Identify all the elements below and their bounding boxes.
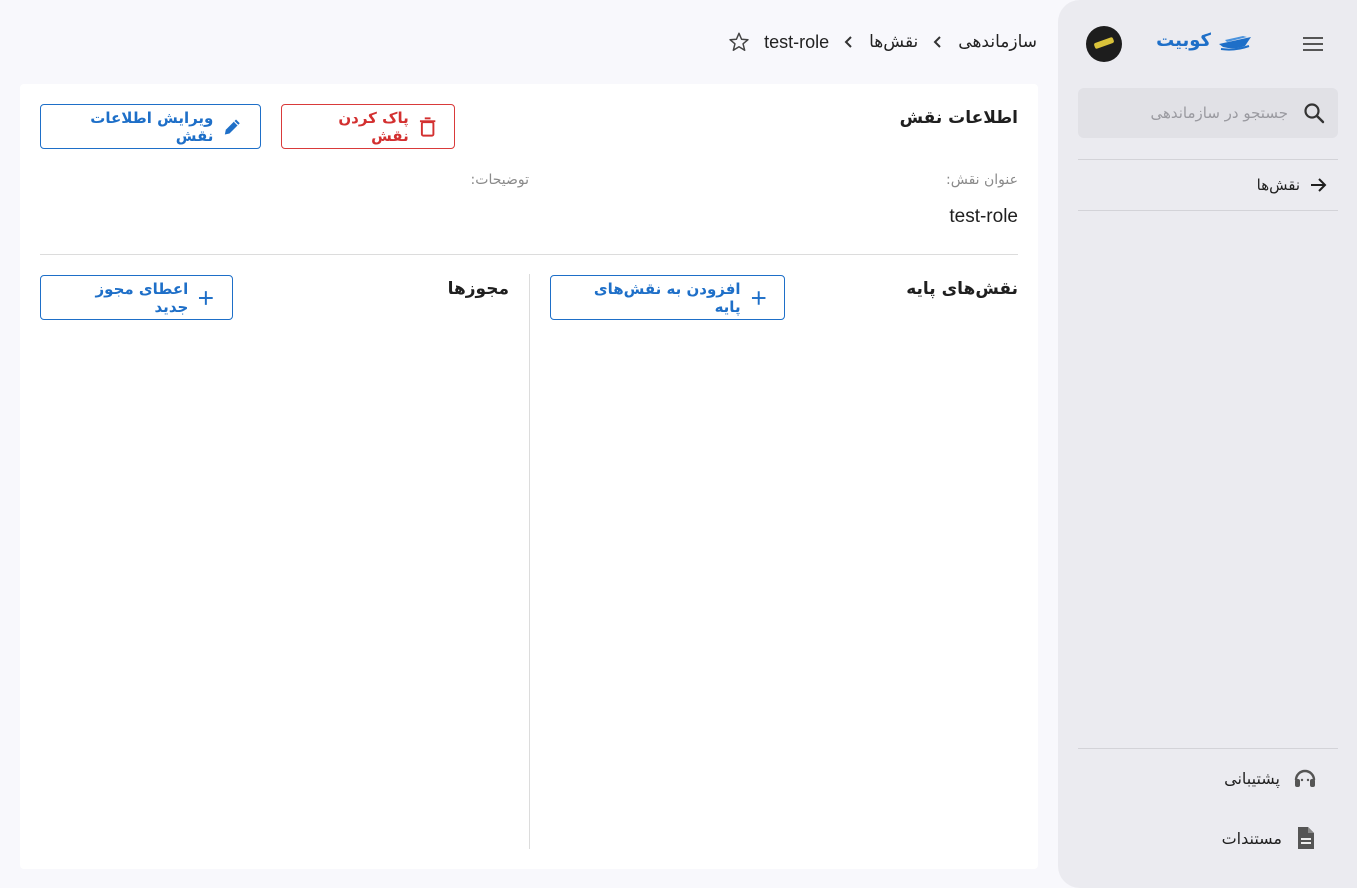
sidebar-item-docs[interactable]: مستندات xyxy=(1078,820,1338,856)
divider xyxy=(40,254,1018,255)
plus-icon xyxy=(199,290,214,305)
avatar[interactable] xyxy=(1086,26,1122,62)
description-label: توضیحات: xyxy=(470,172,529,188)
sidebar-item-label: نقش‌ها xyxy=(1256,176,1300,194)
edit-role-label: ویرایش اطلاعات نقش xyxy=(90,108,214,145)
divider xyxy=(1078,748,1338,749)
boat-icon xyxy=(1219,35,1251,51)
sidebar-item-label: پشتیبانی xyxy=(1224,768,1280,788)
sidebar: کوبیت نقش‌ها پشتیبانی xyxy=(1058,0,1357,888)
role-card: اطلاعات نقش پاک کردن نقش ویرایش اطلاعات … xyxy=(20,84,1038,869)
sidebar-item-roles[interactable]: نقش‌ها xyxy=(1078,170,1338,200)
arrow-right-icon xyxy=(1311,178,1327,192)
headset-icon xyxy=(1294,769,1316,787)
pencil-icon xyxy=(225,119,241,134)
trash-icon xyxy=(419,116,436,137)
grant-permission-label: اعطای مجوز جدید xyxy=(95,279,189,316)
role-info-title: اطلاعات نقش xyxy=(899,108,1018,128)
search-box[interactable] xyxy=(1078,88,1338,138)
brand-name: کوبیت xyxy=(1156,30,1211,51)
grant-permission-button[interactable]: اعطای مجوز جدید xyxy=(40,275,233,320)
plus-icon xyxy=(751,290,766,305)
role-name-value: test-role xyxy=(949,206,1018,227)
search-input[interactable] xyxy=(1088,104,1288,122)
search-icon xyxy=(1304,103,1325,124)
edit-role-button[interactable]: ویرایش اطلاعات نقش xyxy=(40,104,261,149)
add-base-role-button[interactable]: افزودن به نقش‌های پایه xyxy=(550,275,785,320)
breadcrumb: سازماندهی نقش‌ها test-role xyxy=(728,28,1037,56)
sidebar-item-label: مستندات xyxy=(1221,828,1282,848)
breadcrumb-item-organization[interactable]: سازماندهی xyxy=(958,32,1037,52)
chevron-left-icon xyxy=(844,36,852,48)
menu-icon[interactable] xyxy=(1301,32,1325,56)
document-icon xyxy=(1298,827,1314,849)
divider xyxy=(1078,210,1338,211)
column-divider xyxy=(529,274,530,849)
permissions-title: مجوزها xyxy=(447,279,509,299)
divider xyxy=(1078,159,1338,160)
breadcrumb-item-roles[interactable]: نقش‌ها xyxy=(869,32,918,52)
add-base-role-label: افزودن به نقش‌های پایه xyxy=(593,279,741,316)
breadcrumb-item-current: test-role xyxy=(764,31,830,52)
delete-role-label: پاک کردن نقش xyxy=(338,108,409,145)
base-roles-title: نقش‌های پایه xyxy=(906,279,1018,299)
star-icon[interactable] xyxy=(728,31,750,53)
role-name-label: عنوان نقش: xyxy=(946,172,1018,188)
delete-role-button[interactable]: پاک کردن نقش xyxy=(281,104,455,149)
brand-logo[interactable]: کوبیت xyxy=(1156,30,1253,51)
chevron-left-icon xyxy=(933,36,941,48)
sidebar-item-support[interactable]: پشتیبانی xyxy=(1078,760,1338,796)
